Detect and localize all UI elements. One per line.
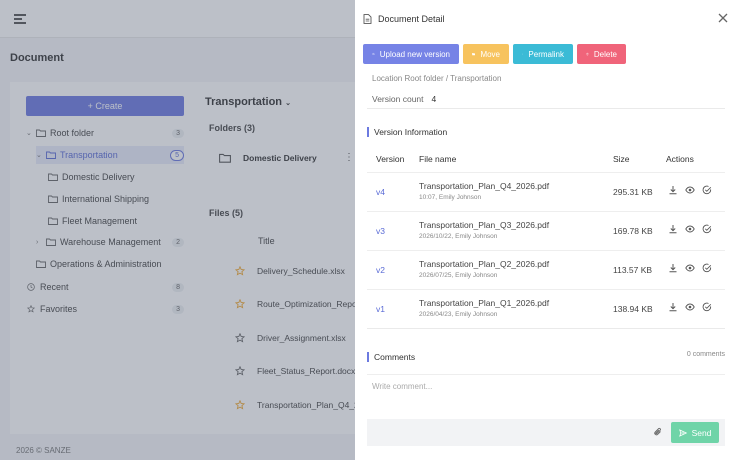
eye-icon[interactable] [685,302,695,312]
eye-icon[interactable] [685,224,695,234]
location-row: Location Root folder / Transportation [372,74,502,83]
version-size: 138.94 KB [613,304,653,314]
version-file-name: Transportation_Plan_Q1_2026.pdf [419,298,550,308]
eye-icon[interactable] [685,185,695,195]
download-icon[interactable] [668,224,678,234]
comments-count: 0 comments [686,351,725,358]
delete-button[interactable]: Delete [577,44,626,64]
version-meta: 2026/04/23, Emily Johnson [419,311,498,318]
version-row: v2 Transportation_Plan_Q2_2026.pdf 2026/… [367,250,725,289]
version-file-name: Transportation_Plan_Q2_2026.pdf [419,259,550,269]
close-icon[interactable] [717,12,729,24]
version-row: v1 Transportation_Plan_Q1_2026.pdf 2026/… [367,289,725,328]
download-icon[interactable] [668,263,678,273]
restore-check-icon[interactable] [702,224,712,234]
version-file-name: Transportation_Plan_Q4_2026.pdf [419,181,550,191]
send-icon [678,428,687,437]
version-count-row: Version count 4 [372,94,437,104]
divider [367,108,725,109]
restore-check-icon[interactable] [702,185,712,195]
eye-icon[interactable] [685,263,695,273]
action-toolbar: Upload new version Move Permalink Delete [363,44,626,64]
version-link[interactable]: v2 [376,265,385,275]
send-button[interactable]: Send [671,422,719,443]
version-link[interactable]: v3 [376,226,385,236]
version-size: 169.78 KB [613,226,653,236]
drawer-title: Document Detail [378,14,445,24]
version-link[interactable]: v1 [376,304,385,314]
restore-check-icon[interactable] [702,302,712,312]
drawer-scroll-area[interactable]: Location Root folder / Transportation Ve… [355,70,735,460]
comment-input[interactable]: Write comment... [367,374,725,419]
version-row: v4 Transportation_Plan_Q4_2026.pdf 10:07… [367,172,725,211]
version-link[interactable]: v4 [376,187,385,197]
version-meta: 10:07, Emily Johnson [419,194,482,201]
drawer-header: Document Detail [355,0,735,38]
permalink-button[interactable]: Permalink [513,44,573,64]
document-icon [363,14,372,24]
version-info-title: Version Information [367,127,447,137]
version-meta: 2026/10/22, Emily Johnson [419,233,498,240]
restore-check-icon[interactable] [702,263,712,273]
download-icon[interactable] [668,185,678,195]
upload-new-version-button[interactable]: Upload new version [363,44,459,64]
version-meta: 2026/07/25, Emily Johnson [419,272,498,279]
download-icon[interactable] [668,302,678,312]
paperclip-icon[interactable] [653,427,663,437]
link-icon [522,53,524,55]
folder-icon [472,52,476,56]
version-file-name: Transportation_Plan_Q3_2026.pdf [419,220,550,230]
version-row: v3 Transportation_Plan_Q3_2026.pdf 2026/… [367,211,725,250]
comments-title: Comments [367,352,415,362]
version-size: 295.31 KB [613,187,653,197]
trash-icon [586,52,589,56]
comment-toolbar: Send [367,419,725,446]
move-button[interactable]: Move [463,44,509,64]
document-detail-drawer: Document Detail Upload new version Move … [355,0,735,460]
version-size: 113.57 KB [613,265,653,275]
cloud-upload-icon [372,53,375,55]
version-table-header: Version File name Size Actions [376,154,694,164]
divider [367,328,725,329]
